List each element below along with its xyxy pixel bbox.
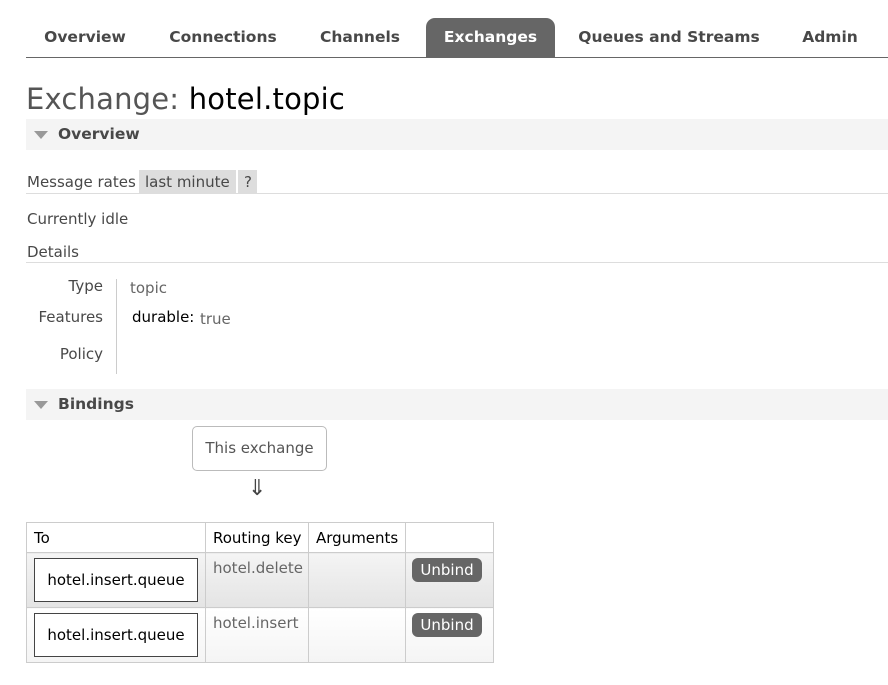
rate-period-selector[interactable]: last minute bbox=[139, 170, 236, 194]
type-label: Type bbox=[68, 277, 103, 295]
column-header-arguments: Arguments bbox=[308, 522, 406, 553]
binding-destination-cell: hotel.insert.queue bbox=[26, 607, 206, 663]
main-nav-tabs: Overview Connections Channels Exchanges … bbox=[26, 18, 888, 58]
routing-key: hotel.delete bbox=[213, 559, 303, 577]
tab-connections[interactable]: Connections bbox=[154, 18, 292, 57]
arguments-cell bbox=[308, 607, 406, 663]
binding-destination-cell: hotel.insert.queue bbox=[26, 552, 206, 608]
routing-key-cell: hotel.delete bbox=[205, 552, 309, 608]
tab-admin[interactable]: Admin bbox=[790, 18, 870, 57]
routing-key: hotel.insert bbox=[213, 614, 299, 632]
bindings-section-label: Bindings bbox=[58, 395, 134, 413]
details-label: Details bbox=[27, 243, 80, 261]
tab-queues-and-streams[interactable]: Queues and Streams bbox=[574, 18, 764, 57]
actions-cell: Unbind bbox=[405, 607, 494, 663]
idle-status: Currently idle bbox=[27, 210, 129, 228]
unbind-button[interactable]: Unbind bbox=[412, 558, 482, 582]
table-row: hotel.insert.queue hotel.delete Unbind bbox=[26, 552, 494, 608]
column-header-actions bbox=[405, 522, 494, 553]
unbind-button[interactable]: Unbind bbox=[412, 613, 482, 637]
divider bbox=[26, 193, 888, 194]
down-arrow-icon: ⇓ bbox=[248, 476, 267, 501]
divider bbox=[26, 262, 888, 263]
tab-exchanges[interactable]: Exchanges bbox=[426, 18, 555, 57]
routing-key-cell: hotel.insert bbox=[205, 607, 309, 663]
feature-durable-key: durable: bbox=[132, 308, 195, 326]
tab-channels[interactable]: Channels bbox=[304, 18, 416, 57]
policy-label: Policy bbox=[59, 345, 103, 363]
column-header-to: To bbox=[26, 522, 206, 553]
page-title-prefix: Exchange: bbox=[26, 82, 180, 116]
overview-section-label: Overview bbox=[58, 125, 140, 143]
details-separator bbox=[116, 279, 117, 374]
help-button[interactable]: ? bbox=[238, 170, 257, 194]
arguments-cell bbox=[308, 552, 406, 608]
queue-link[interactable]: hotel.insert.queue bbox=[34, 613, 198, 657]
table-row: hotel.insert.queue hotel.insert Unbind bbox=[26, 607, 494, 663]
collapse-triangle-icon bbox=[34, 131, 48, 139]
message-rates-label: Message rates bbox=[27, 173, 136, 191]
actions-cell: Unbind bbox=[405, 552, 494, 608]
column-header-routing-key: Routing key bbox=[205, 522, 309, 553]
queue-link[interactable]: hotel.insert.queue bbox=[34, 558, 198, 602]
tab-overview[interactable]: Overview bbox=[26, 18, 144, 57]
bindings-section-header[interactable]: Bindings bbox=[26, 389, 888, 420]
table-header-row: To Routing key Arguments bbox=[26, 522, 494, 553]
overview-section-header[interactable]: Overview bbox=[26, 119, 888, 150]
feature-durable-value: true bbox=[200, 310, 231, 328]
page-title: Exchange: hotel.topic bbox=[26, 82, 345, 116]
features-label: Features bbox=[38, 308, 104, 326]
bindings-table: To Routing key Arguments hotel.insert.qu… bbox=[26, 522, 494, 663]
exchange-name: hotel.topic bbox=[188, 82, 346, 116]
collapse-triangle-icon bbox=[34, 401, 48, 409]
this-exchange-box: This exchange bbox=[192, 426, 327, 471]
type-value: topic bbox=[130, 279, 167, 297]
